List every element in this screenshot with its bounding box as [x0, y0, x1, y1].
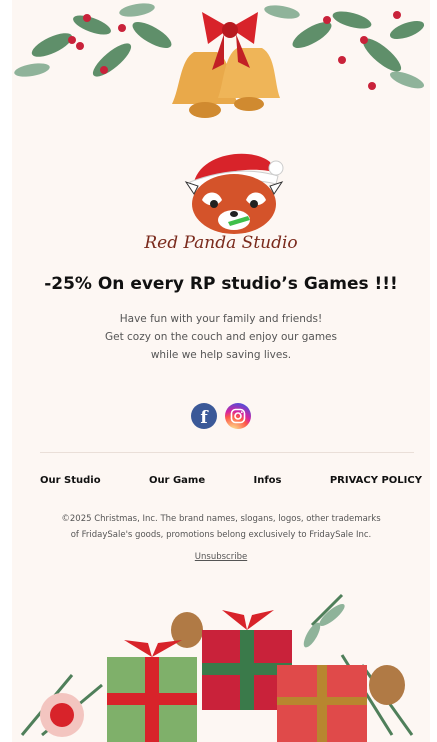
email-card: Red Panda Studio -25% On every RP studio…	[12, 0, 430, 742]
facebook-icon[interactable]: f	[191, 403, 217, 429]
legal-line: of FridaySale's goods, promotions belong…	[70, 530, 372, 540]
social-links: f	[12, 403, 430, 429]
footer-nav: Our Studio Our Game Infos PRIVACY POLICY	[40, 475, 422, 486]
legal-text: ©2025 Christmas, Inc. The brand names, s…	[12, 511, 430, 543]
body-line: while we help saving lives.	[150, 349, 292, 361]
christmas-bells-header-image	[14, 3, 425, 118]
nav-our-game-link[interactable]: Our Game	[149, 475, 205, 486]
instagram-icon[interactable]	[225, 403, 251, 429]
instagram-glyph-icon	[230, 408, 246, 424]
nav-our-studio-link[interactable]: Our Studio	[40, 475, 101, 486]
email-page: Red Panda Studio -25% On every RP studio…	[0, 0, 437, 742]
body-line: Have fun with your family and friends!	[119, 313, 323, 325]
christmas-gifts-footer-image	[20, 593, 414, 742]
brand-name: Red Panda Studio	[144, 233, 298, 253]
unsubscribe-link[interactable]: Unsubscribe	[12, 552, 430, 562]
body-line: Get cozy on the couch and enjoy our game…	[104, 331, 337, 343]
nav-infos-link[interactable]: Infos	[253, 475, 281, 486]
promo-headline: -25% On every RP studio’s Games !!!	[44, 274, 398, 294]
legal-line: ©2025 Christmas, Inc. The brand names, s…	[61, 514, 381, 524]
facebook-glyph: f	[200, 407, 208, 428]
footer-divider	[40, 452, 414, 453]
promo-body-text: Have fun with your family and friends! G…	[12, 310, 430, 364]
nav-privacy-policy-link[interactable]: PRIVACY POLICY	[330, 475, 422, 486]
